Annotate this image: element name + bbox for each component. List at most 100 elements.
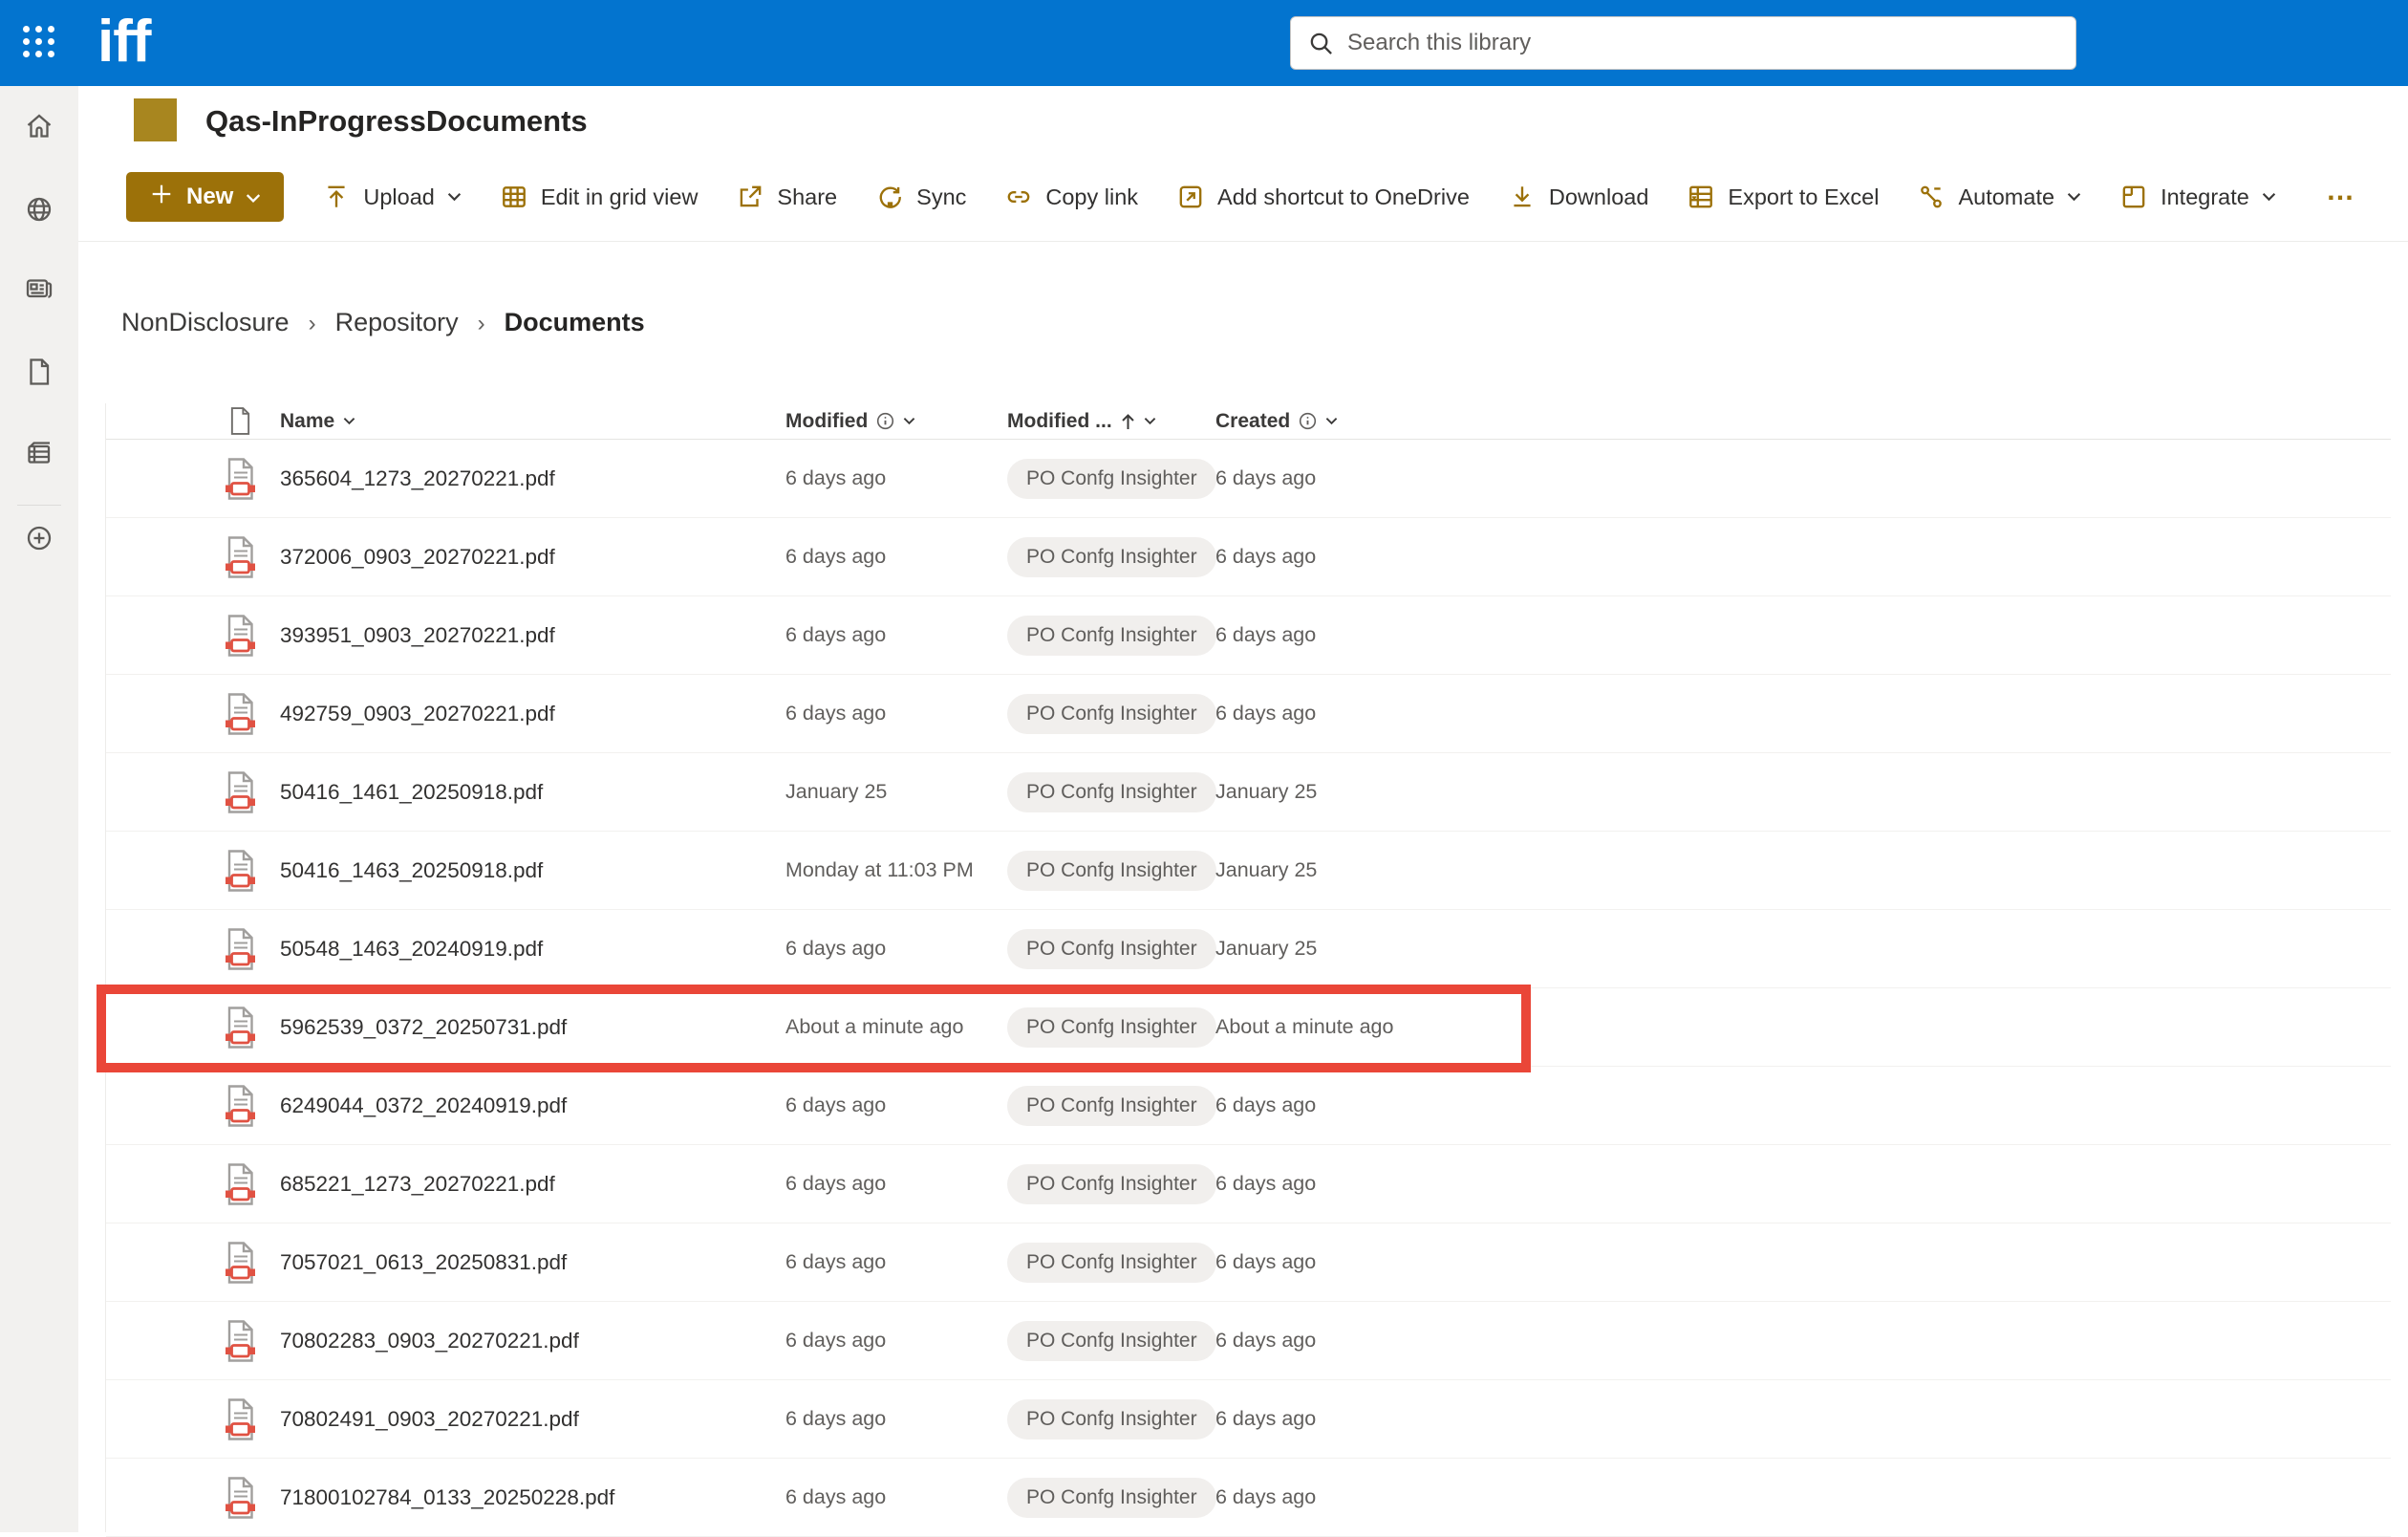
modified-by-badge: PO Confg Insighter [1007, 850, 1216, 891]
sidebar-divider [17, 505, 61, 506]
library-icon[interactable] [22, 436, 56, 470]
column-header-modified[interactable]: Modified [785, 410, 988, 433]
upload-icon [322, 183, 351, 211]
file-name[interactable]: 50416_1461_20250918.pdf [280, 780, 766, 805]
pdf-file-icon [219, 1006, 261, 1050]
column-header-modified-by[interactable]: Modified ... [1007, 410, 1196, 433]
new-button[interactable]: New [126, 172, 285, 222]
breadcrumb-item-documents[interactable]: Documents [505, 308, 645, 337]
overflow-menu-button[interactable]: … [2326, 177, 2356, 212]
chevron-down-icon [903, 417, 915, 425]
command-copy-link[interactable]: Copy link [1004, 183, 1138, 211]
column-header-name[interactable]: Name [280, 410, 766, 433]
created-value: 6 days ago [1215, 1250, 1317, 1273]
new-button-label: New [186, 184, 234, 209]
table-row[interactable]: 492759_0903_20270221.pdf 6 days ago PO C… [106, 675, 2391, 753]
file-name[interactable]: 70802491_0903_20270221.pdf [280, 1407, 766, 1432]
file-name[interactable]: 372006_0903_20270221.pdf [280, 545, 766, 570]
command-share[interactable]: Share [736, 183, 837, 211]
created-value: 6 days ago [1215, 1485, 1317, 1508]
pdf-file-icon [219, 849, 261, 893]
pdf-file-icon [219, 1319, 261, 1363]
command-edit-in-grid-view[interactable]: Edit in grid view [500, 183, 698, 211]
file-name[interactable]: 50548_1463_20240919.pdf [280, 937, 766, 962]
create-plus-icon[interactable] [22, 521, 56, 555]
created-value: 6 days ago [1215, 1329, 1317, 1352]
site-logo-square[interactable] [134, 98, 177, 141]
news-icon[interactable] [22, 271, 56, 306]
table-row[interactable]: 50416_1463_20250918.pdf Monday at 11:03 … [106, 832, 2391, 910]
pdf-file-icon [219, 1084, 261, 1128]
created-value: 6 days ago [1215, 545, 1317, 568]
table-row[interactable]: 7057021_0613_20250831.pdf 6 days ago PO … [106, 1223, 2391, 1302]
file-name[interactable]: 71800102784_0133_20250228.pdf [280, 1485, 766, 1510]
table-row[interactable]: 685221_1273_20270221.pdf 6 days ago PO C… [106, 1145, 2391, 1223]
file-name[interactable]: 393951_0903_20270221.pdf [280, 623, 766, 648]
created-value: 6 days ago [1215, 466, 1317, 489]
modified-by-badge: PO Confg Insighter [1007, 771, 1216, 812]
table-row[interactable]: 393951_0903_20270221.pdf 6 days ago PO C… [106, 596, 2391, 675]
table-row[interactable]: 5962539_0372_20250731.pdf About a minute… [106, 988, 2391, 1067]
sync-icon [875, 183, 904, 211]
table-row[interactable]: 6249044_0372_20240919.pdf 6 days ago PO … [106, 1067, 2391, 1145]
chevron-down-icon [2262, 192, 2276, 202]
modified-value: About a minute ago [785, 1015, 964, 1038]
pdf-file-icon [219, 1397, 261, 1441]
command-sync[interactable]: Sync [875, 183, 966, 211]
command-export-to-excel[interactable]: Export to Excel [1687, 183, 1879, 211]
document-list: Name Modified Modified ... Created 36560… [105, 403, 2391, 1537]
home-icon[interactable] [22, 109, 56, 143]
documents-icon[interactable] [22, 355, 56, 389]
search-input[interactable] [1347, 30, 2058, 56]
add-shortcut-icon [1176, 183, 1205, 211]
table-row[interactable]: 365604_1273_20270221.pdf 6 days ago PO C… [106, 440, 2391, 518]
breadcrumb-item-nondisclosure[interactable]: NonDisclosure [121, 308, 290, 337]
modified-value: 6 days ago [785, 702, 887, 725]
breadcrumb-item-repository[interactable]: Repository [335, 308, 459, 337]
table-row[interactable]: 50548_1463_20240919.pdf 6 days ago PO Co… [106, 910, 2391, 988]
table-row[interactable]: 372006_0903_20270221.pdf 6 days ago PO C… [106, 518, 2391, 596]
created-value: 6 days ago [1215, 1172, 1317, 1195]
table-row[interactable]: 70802283_0903_20270221.pdf 6 days ago PO… [106, 1302, 2391, 1380]
command-download[interactable]: Download [1508, 183, 1648, 211]
file-name[interactable]: 5962539_0372_20250731.pdf [280, 1015, 766, 1040]
globe-icon[interactable] [22, 192, 56, 227]
info-icon [876, 412, 894, 430]
table-row[interactable]: 71800102784_0133_20250228.pdf 6 days ago… [106, 1459, 2391, 1537]
command-automate[interactable]: Automate [1917, 183, 2081, 211]
plus-icon [149, 182, 174, 213]
file-name[interactable]: 50416_1463_20250918.pdf [280, 858, 766, 883]
library-search-box[interactable] [1290, 16, 2076, 70]
table-row[interactable]: 70802491_0903_20270221.pdf 6 days ago PO… [106, 1380, 2391, 1459]
command-upload[interactable]: Upload [322, 183, 461, 211]
copy-link-icon [1004, 183, 1033, 211]
chevron-down-icon [1325, 417, 1338, 425]
file-name[interactable]: 492759_0903_20270221.pdf [280, 702, 766, 726]
file-name[interactable]: 6249044_0372_20240919.pdf [280, 1093, 766, 1118]
app-launcher-waffle-icon[interactable] [23, 26, 57, 60]
chevron-down-icon [343, 417, 355, 425]
breadcrumb-separator: › [477, 310, 485, 336]
file-name[interactable]: 685221_1273_20270221.pdf [280, 1172, 766, 1197]
file-name[interactable]: 7057021_0613_20250831.pdf [280, 1250, 766, 1275]
file-name[interactable]: 70802283_0903_20270221.pdf [280, 1329, 766, 1353]
file-name[interactable]: 365604_1273_20270221.pdf [280, 466, 766, 491]
modified-value: 6 days ago [785, 1485, 887, 1508]
modified-value: 6 days ago [785, 1407, 887, 1430]
column-header-created[interactable]: Created [1215, 410, 2391, 433]
created-value: January 25 [1215, 858, 1318, 881]
table-row[interactable]: 50416_1461_20250918.pdf January 25 PO Co… [106, 753, 2391, 832]
suite-bar: iff [0, 0, 2408, 86]
info-icon [1299, 412, 1317, 430]
pdf-file-icon [219, 535, 261, 579]
file-type-column-icon[interactable] [219, 406, 261, 436]
command-integrate[interactable]: Integrate [2119, 183, 2276, 211]
site-title[interactable]: Qas-InProgressDocuments [205, 104, 588, 139]
modified-by-badge: PO Confg Insighter [1007, 1007, 1216, 1048]
automate-icon [1917, 183, 1946, 211]
command-add-shortcut-to-onedrive[interactable]: Add shortcut to OneDrive [1176, 183, 1470, 211]
modified-value: 6 days ago [785, 466, 887, 489]
share-icon [736, 183, 764, 211]
modified-value: 6 days ago [785, 1250, 887, 1273]
modified-value: 6 days ago [785, 1172, 887, 1195]
